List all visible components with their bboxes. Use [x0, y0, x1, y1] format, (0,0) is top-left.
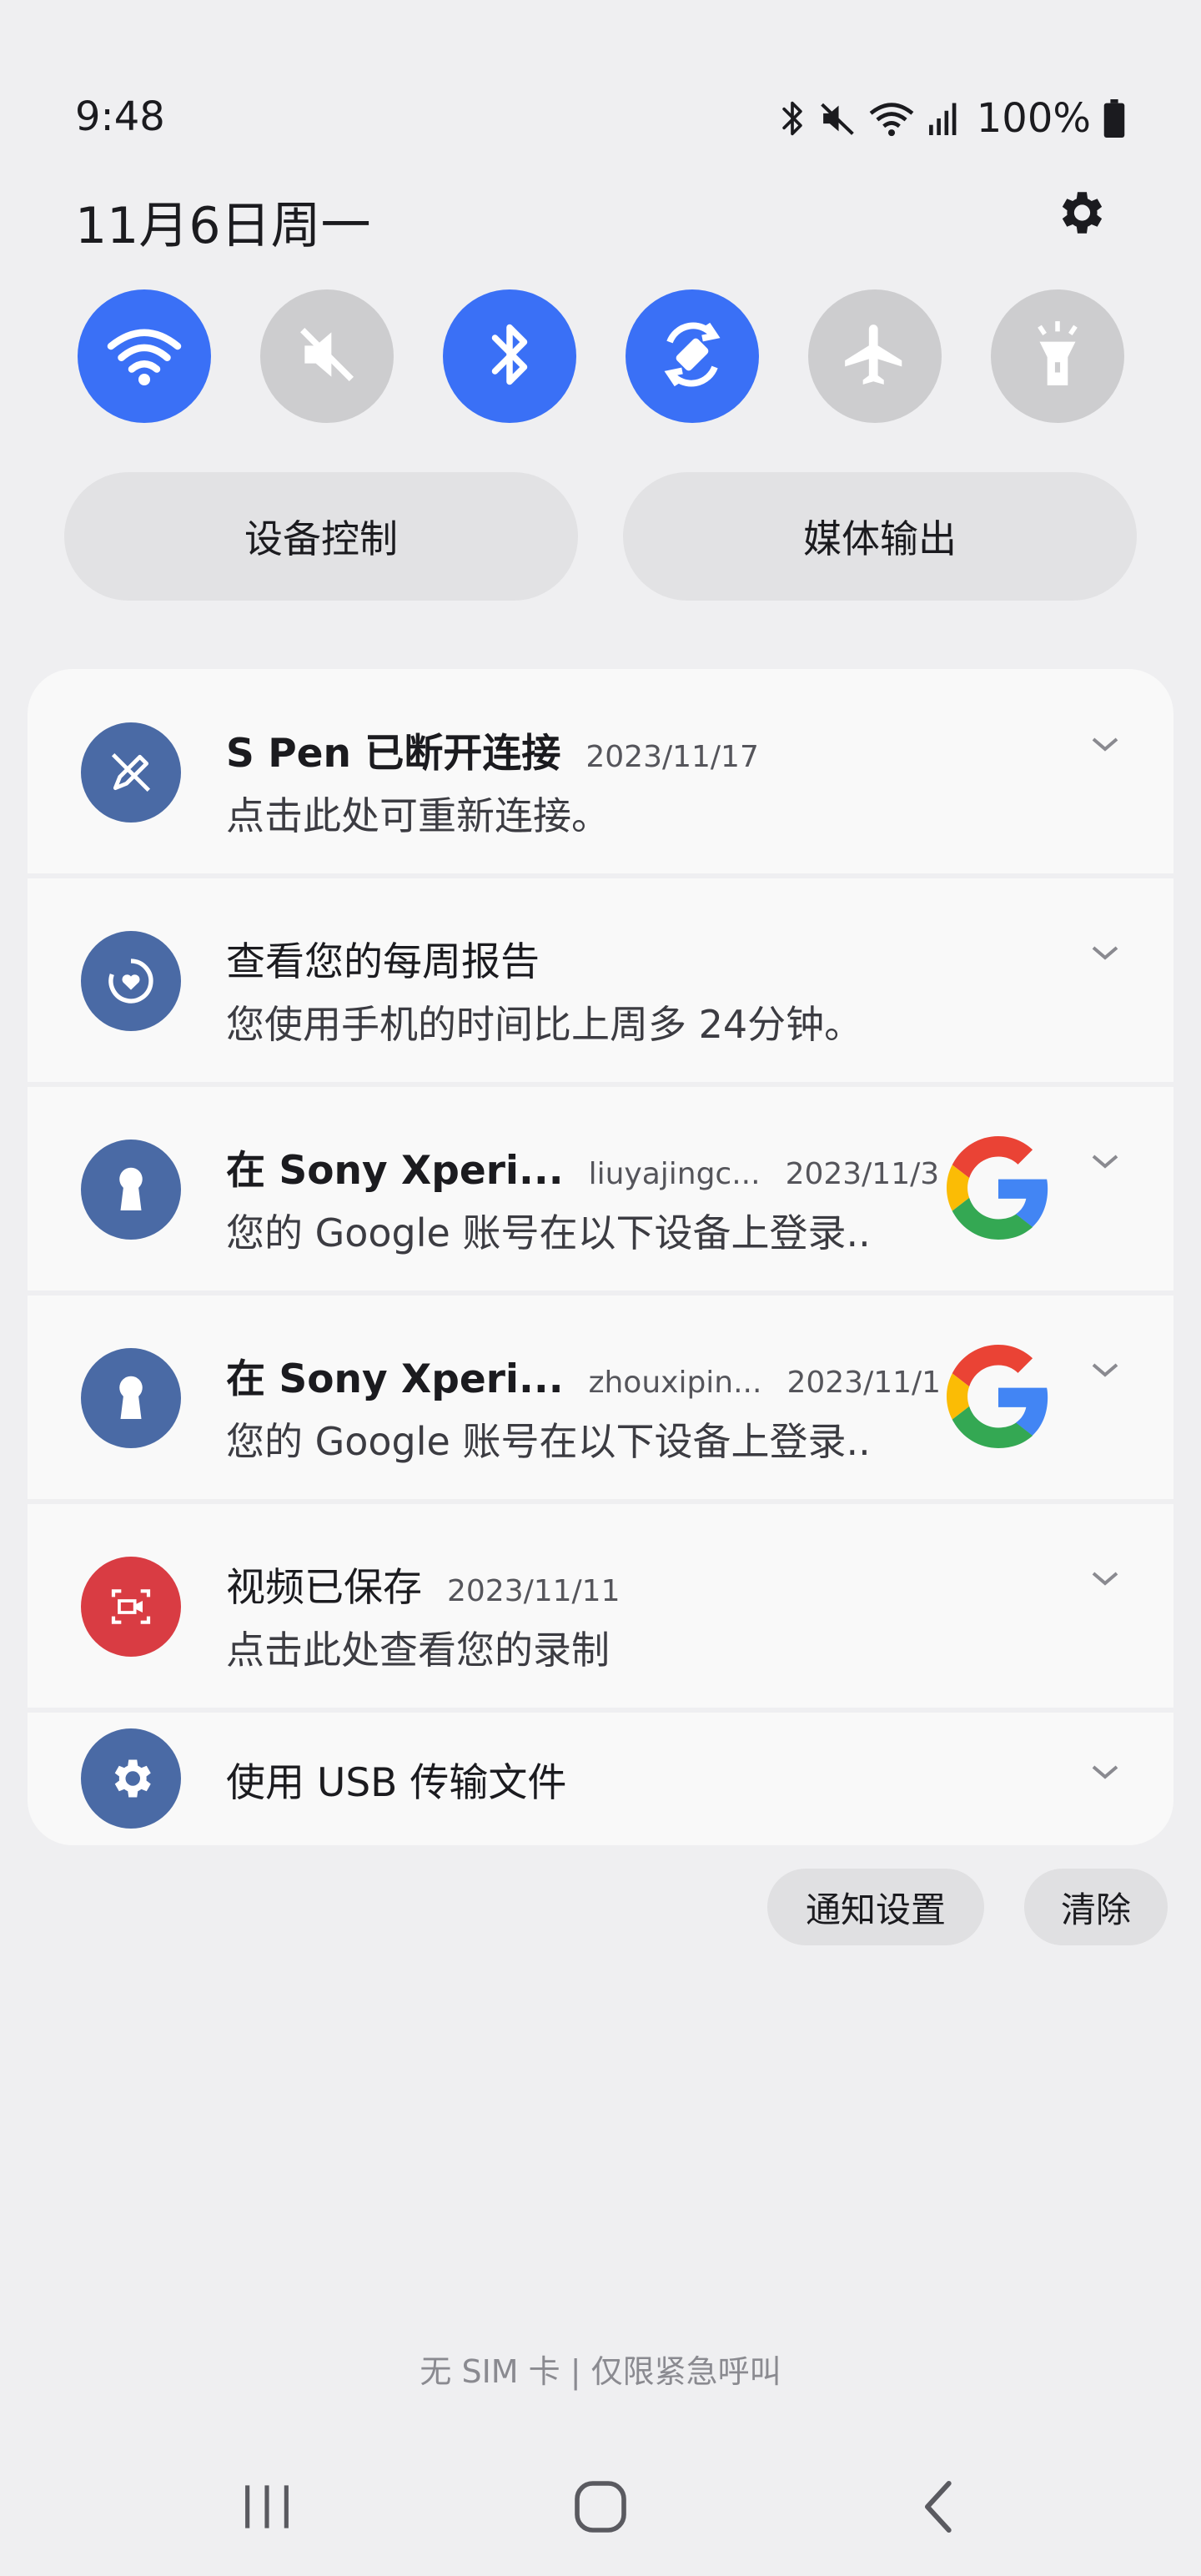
bluetooth-icon [778, 98, 807, 138]
sim-status: 无 SIM 卡 | 仅限紧急呼叫 [420, 2353, 781, 2390]
notification-title: 使用 USB 传输文件 [226, 1760, 567, 1806]
notification-account: liuyajingc... [588, 1157, 761, 1191]
mute-icon [294, 321, 360, 391]
rotate-icon [655, 317, 730, 395]
clear-button[interactable]: 清除 [1024, 1869, 1168, 1945]
status-time: 9:48 [75, 93, 165, 140]
media-output-button[interactable]: 媒体输出 [623, 472, 1137, 601]
chevron-down-icon[interactable] [1088, 1562, 1122, 1595]
notification-title: 视频已保存 [226, 1565, 422, 1611]
notification-body: 您使用手机的时间比上周多 24分钟。 [226, 1002, 863, 1047]
notification-body: 点击此处查看您的录制 [226, 1628, 610, 1673]
notification-settings-button[interactable]: 通知设置 [767, 1869, 984, 1945]
usb-settings-icon [81, 1728, 181, 1829]
google-logo-icon [947, 1136, 1048, 1240]
flashlight-icon [1028, 319, 1087, 394]
notification-item-google-signin[interactable]: 在 Sony Xperi... liuyajingc... 2023/11/3 … [28, 1086, 1173, 1293]
chevron-down-icon[interactable] [1088, 727, 1122, 761]
chevron-down-icon[interactable] [1088, 1145, 1122, 1178]
notification-date: 2023/11/3 [785, 1157, 940, 1191]
notification-item-video-saved[interactable]: 视频已保存 2023/11/11 点击此处查看您的录制 [28, 1503, 1173, 1710]
notification-body: 点击此处可重新连接。 [226, 793, 610, 838]
back-button[interactable] [889, 2469, 989, 2544]
notification-body: 您的 Google 账号在以下设备上登录.. [226, 1210, 871, 1255]
airplane-icon [839, 319, 911, 394]
recent-apps-icon [245, 2485, 289, 2528]
wifi-toggle[interactable] [78, 289, 211, 423]
keyhole-icon [81, 1348, 181, 1448]
notification-title: 查看您的每周报告 [226, 939, 540, 985]
signal-icon [927, 98, 960, 138]
sound-toggle[interactable] [260, 289, 394, 423]
notification-item-usb[interactable]: 使用 USB 传输文件 [28, 1712, 1173, 1845]
notification-account: zhouxipin... [588, 1366, 762, 1400]
notification-date: 2023/11/11 [447, 1574, 621, 1608]
mute-icon [818, 98, 857, 138]
airplane-toggle[interactable] [808, 289, 942, 423]
bluetooth-toggle[interactable] [443, 289, 576, 423]
status-icons: 100% [778, 93, 1126, 143]
wifi-icon [868, 98, 915, 138]
date-label: 11月6日周一 [75, 197, 371, 255]
navigation-bar [0, 2461, 1201, 2553]
back-icon [924, 2480, 952, 2533]
device-control-button[interactable]: 设备控制 [64, 472, 578, 601]
home-button[interactable] [550, 2469, 651, 2544]
notification-body: 您的 Google 账号在以下设备上登录.. [226, 1419, 871, 1464]
chevron-down-icon[interactable] [1088, 1353, 1122, 1386]
google-logo-icon [947, 1345, 1048, 1448]
notification-item-weekly-report[interactable]: 查看您的每周报告 您使用手机的时间比上周多 24分钟。 [28, 878, 1173, 1084]
notification-title: S Pen 已断开连接 [226, 731, 561, 777]
notification-item-spen[interactable]: S Pen 已断开连接 2023/11/17 点击此处可重新连接。 [28, 669, 1173, 876]
wifi-icon [107, 321, 182, 391]
recent-apps-button[interactable] [217, 2469, 317, 2544]
screen-record-icon [81, 1557, 181, 1657]
battery-percent: 100% [976, 95, 1091, 142]
battery-icon [1103, 99, 1126, 138]
keyhole-icon [81, 1140, 181, 1240]
notification-title: 在 Sony Xperi... [226, 1356, 564, 1402]
notification-panel: S Pen 已断开连接 2023/11/17 点击此处可重新连接。 查看您的每周… [28, 669, 1173, 1845]
notification-date: 2023/11/17 [585, 740, 759, 774]
notification-item-google-signin[interactable]: 在 Sony Xperi... zhouxipin... 2023/11/1 您… [28, 1295, 1173, 1502]
flashlight-toggle[interactable] [991, 289, 1124, 423]
gear-icon [1053, 185, 1108, 244]
home-icon [575, 2481, 626, 2533]
notification-title: 在 Sony Xperi... [226, 1148, 564, 1194]
wellbeing-icon [81, 931, 181, 1031]
pen-icon [81, 722, 181, 823]
settings-button[interactable] [1051, 185, 1109, 244]
bluetooth-icon [485, 317, 535, 395]
chevron-down-icon[interactable] [1088, 936, 1122, 969]
auto-rotate-toggle[interactable] [626, 289, 759, 423]
notification-date: 2023/11/1 [786, 1366, 942, 1400]
chevron-down-icon[interactable] [1088, 1755, 1122, 1789]
